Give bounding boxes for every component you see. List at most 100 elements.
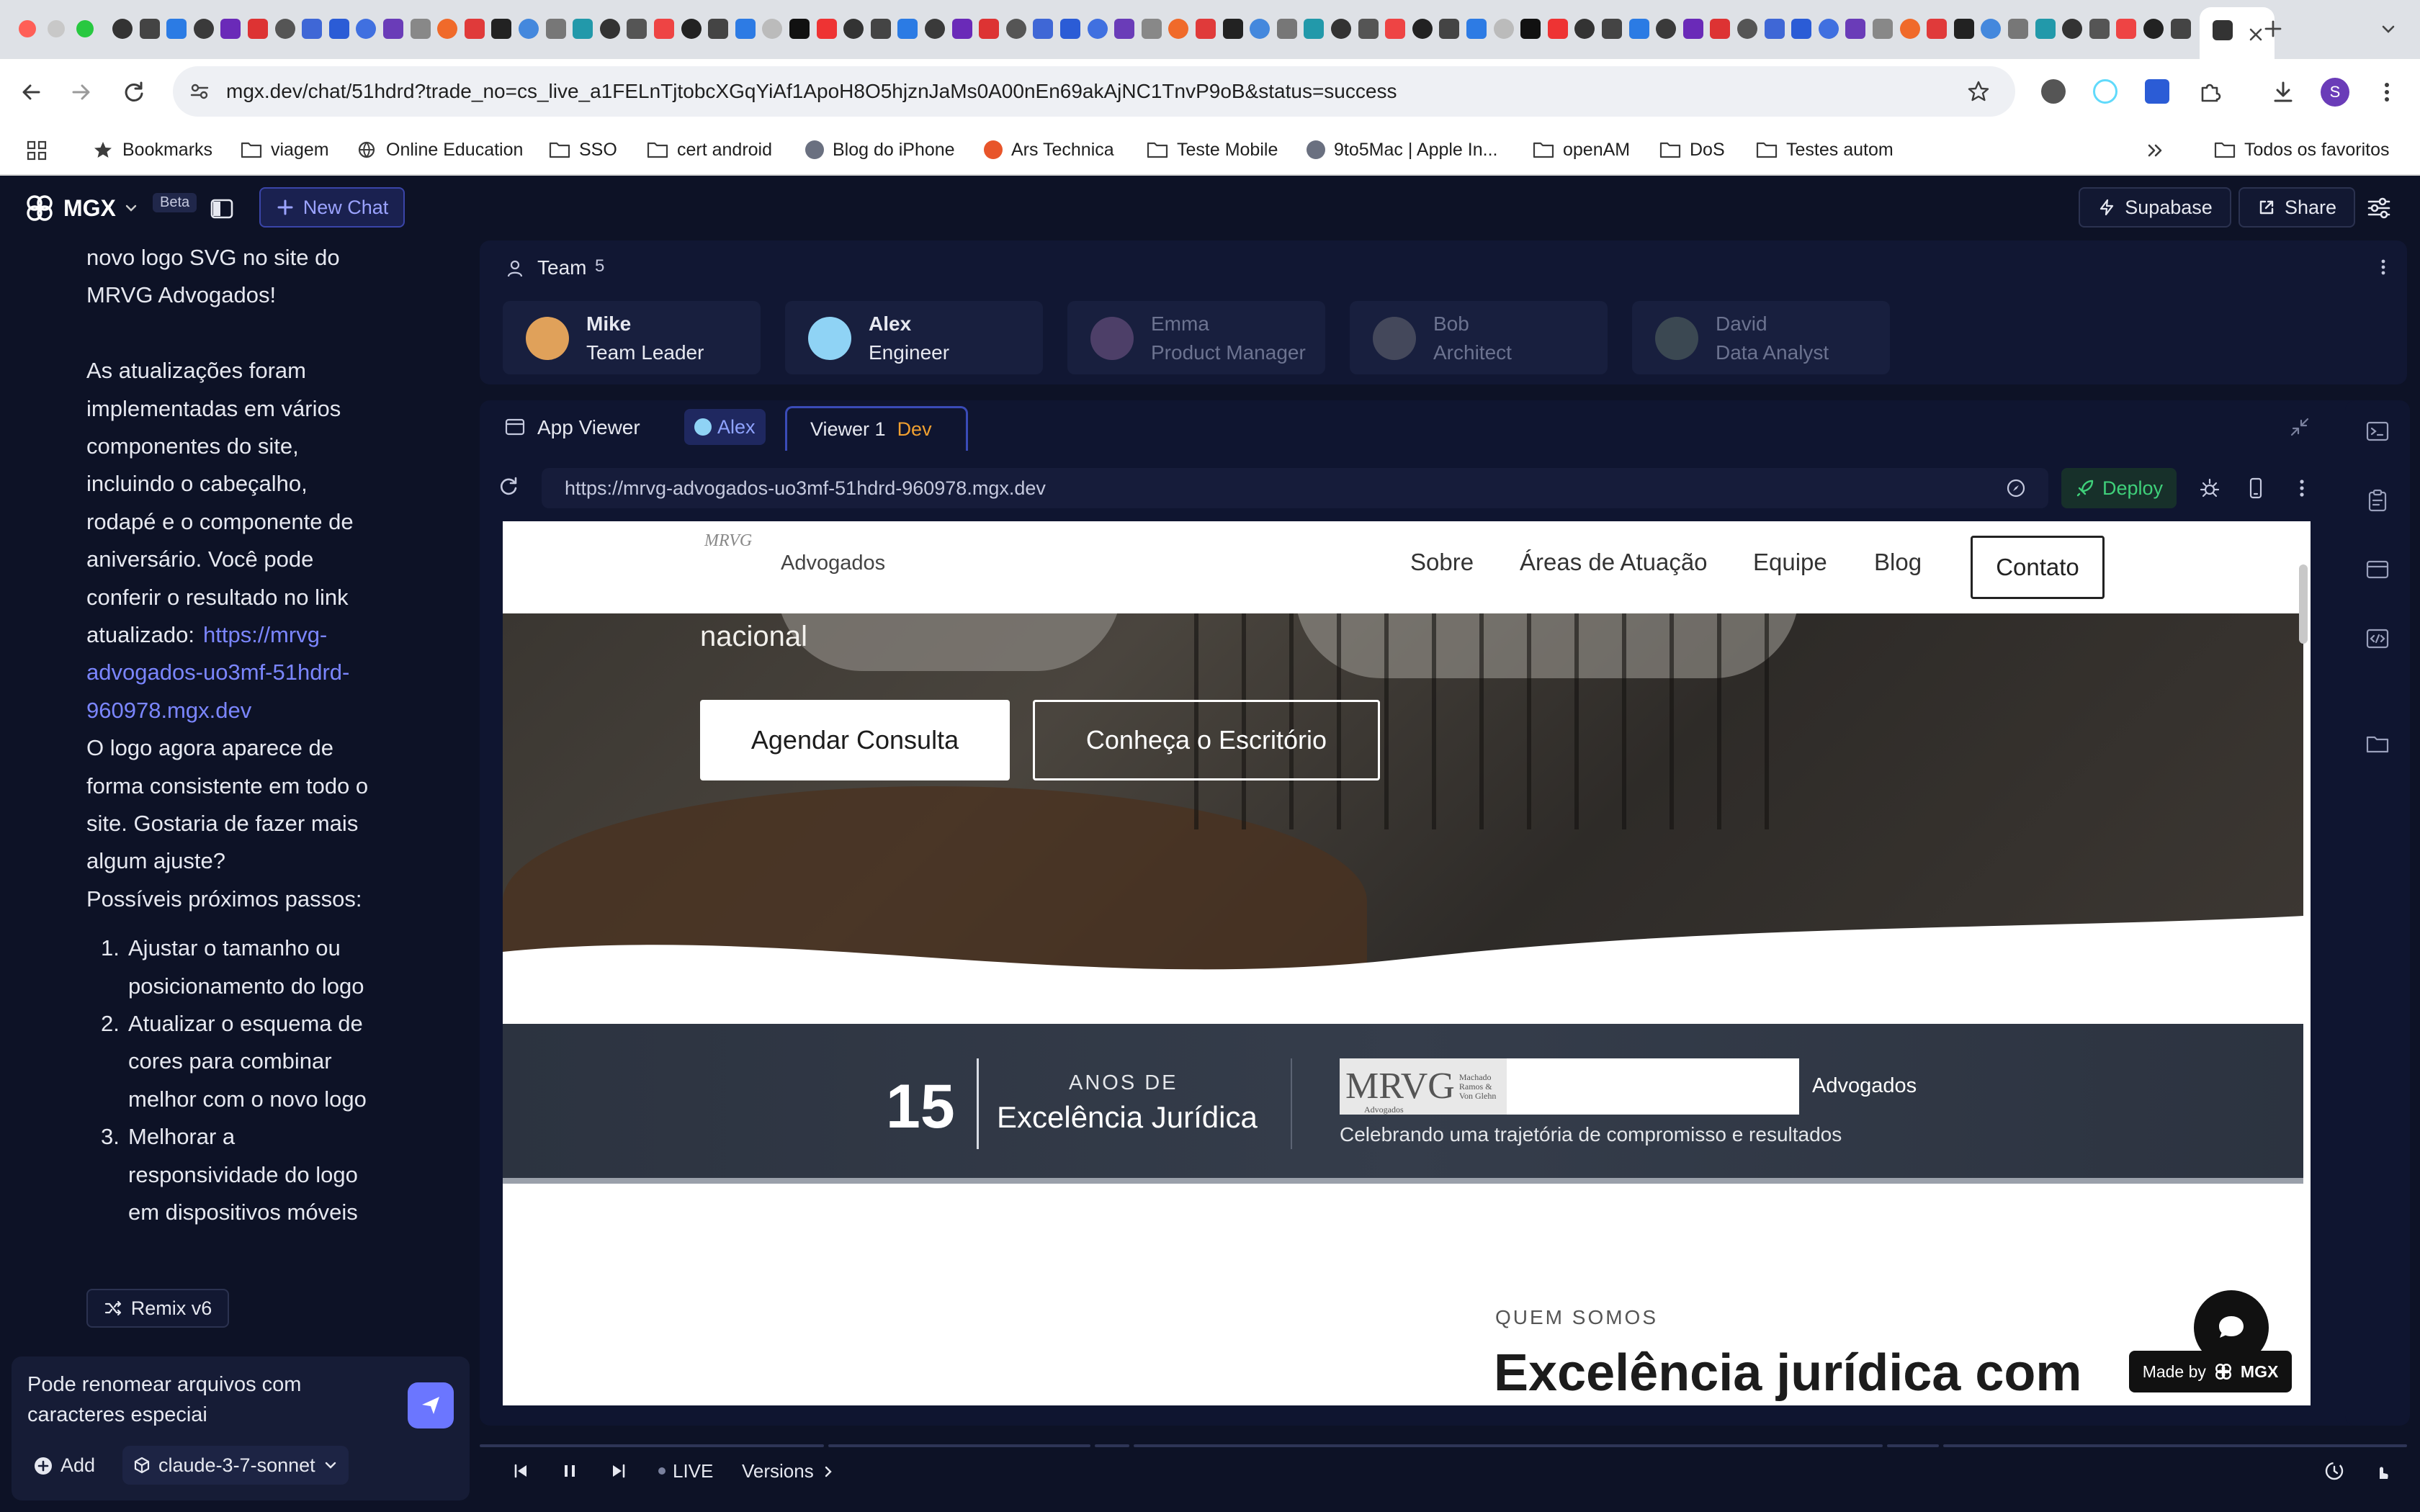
code-icon[interactable] bbox=[2365, 626, 2390, 651]
pinned-tab-favicon-icon[interactable] bbox=[1222, 19, 1243, 39]
clipboard-icon[interactable] bbox=[2365, 488, 2390, 513]
team-member-card[interactable]: Emma Product Manager bbox=[1067, 301, 1325, 374]
pinned-tab-favicon-icon[interactable] bbox=[139, 19, 160, 39]
pinned-tab-favicon-icon[interactable] bbox=[681, 19, 702, 39]
pinned-tab-favicon-icon[interactable] bbox=[2170, 19, 2191, 39]
apps-grid-icon[interactable] bbox=[26, 140, 48, 161]
pinned-tab-favicon-icon[interactable] bbox=[328, 19, 349, 39]
pinned-tab-favicon-icon[interactable] bbox=[1764, 19, 1785, 39]
pinned-tab-favicon-icon[interactable] bbox=[519, 19, 539, 39]
pinned-tab-favicon-icon[interactable] bbox=[573, 19, 593, 39]
live-label[interactable]: LIVE bbox=[673, 1460, 713, 1482]
compass-icon[interactable] bbox=[2005, 477, 2027, 499]
pinned-tab-favicon-icon[interactable] bbox=[627, 19, 647, 39]
bookmark-item[interactable]: Blog do iPhone bbox=[805, 125, 955, 174]
pinned-tab-favicon-icon[interactable] bbox=[1656, 19, 1677, 39]
history-icon[interactable] bbox=[2323, 1460, 2345, 1482]
pinned-tab-favicon-icon[interactable] bbox=[1899, 19, 1920, 39]
timeline-segment[interactable] bbox=[1887, 1444, 1939, 1447]
nav-sobre[interactable]: Sobre bbox=[1410, 549, 1474, 576]
pinned-tab-favicon-icon[interactable] bbox=[1331, 19, 1351, 39]
team-member-card[interactable]: Mike Team Leader bbox=[503, 301, 761, 374]
site-scrollbar[interactable] bbox=[2299, 564, 2308, 644]
pinned-tab-favicon-icon[interactable] bbox=[410, 19, 431, 39]
timeline-segment[interactable] bbox=[1943, 1444, 2407, 1447]
pinned-tab-favicon-icon[interactable] bbox=[1005, 19, 1026, 39]
bookmark-item[interactable]: openAM bbox=[1533, 125, 1630, 174]
pinned-tab-favicon-icon[interactable] bbox=[1385, 19, 1406, 39]
nav-areas[interactable]: Áreas de Atuação bbox=[1520, 549, 1708, 576]
pinned-tab-favicon-icon[interactable] bbox=[112, 19, 133, 39]
pinned-tab-favicon-icon[interactable] bbox=[1276, 19, 1297, 39]
react-devtools-icon[interactable] bbox=[2093, 79, 2118, 104]
pinned-tab-favicon-icon[interactable] bbox=[1358, 19, 1379, 39]
pinned-tab-favicon-icon[interactable] bbox=[1737, 19, 1757, 39]
bookmark-item[interactable]: Teste Mobile bbox=[1147, 125, 1278, 174]
pinned-tab-favicon-icon[interactable] bbox=[464, 19, 485, 39]
pinned-tab-favicon-icon[interactable] bbox=[1087, 19, 1108, 39]
chat-input[interactable]: Pode renomear arquivos com caracteres es… bbox=[27, 1369, 402, 1430]
pinned-tab-favicon-icon[interactable] bbox=[897, 19, 918, 39]
bookmark-item[interactable]: Bookmarks bbox=[92, 125, 212, 174]
terminal-icon[interactable] bbox=[2365, 419, 2390, 444]
pinned-tab-favicon-icon[interactable] bbox=[708, 19, 729, 39]
pinned-tab-favicon-icon[interactable] bbox=[1628, 19, 1649, 39]
pinned-tab-favicon-icon[interactable] bbox=[491, 19, 512, 39]
skip-back-icon[interactable] bbox=[511, 1462, 530, 1480]
bookmark-item[interactable]: DoS bbox=[1659, 125, 1725, 174]
model-selector[interactable]: claude-3-7-sonnet bbox=[122, 1446, 349, 1485]
pinned-tab-favicon-icon[interactable] bbox=[735, 19, 756, 39]
mgx-logo[interactable]: MGX bbox=[23, 192, 139, 225]
extensions-puzzle-icon[interactable] bbox=[2197, 79, 2223, 105]
viewer-address-bar[interactable]: https://mrvg-advogados-uo3mf-51hdrd-9609… bbox=[542, 468, 2048, 508]
bookmark-item[interactable]: Ars Technica bbox=[984, 125, 1114, 174]
timeline-segment[interactable] bbox=[1095, 1444, 1129, 1447]
pinned-tab-favicon-icon[interactable] bbox=[1873, 19, 1893, 39]
pinned-tab-favicon-icon[interactable] bbox=[1818, 19, 1839, 39]
timeline-segment[interactable] bbox=[828, 1444, 1090, 1447]
pinned-tab-favicon-icon[interactable] bbox=[383, 19, 403, 39]
pinned-tab-favicon-icon[interactable] bbox=[1196, 19, 1216, 39]
pinned-tab-favicon-icon[interactable] bbox=[1304, 19, 1325, 39]
skip-forward-icon[interactable] bbox=[609, 1462, 628, 1480]
pinned-tab-favicon-icon[interactable] bbox=[1520, 19, 1541, 39]
pinned-tab-favicon-icon[interactable] bbox=[1033, 19, 1054, 39]
pinned-tab-favicon-icon[interactable] bbox=[2062, 19, 2083, 39]
team-member-card[interactable]: Bob Architect bbox=[1350, 301, 1608, 374]
pinned-tab-favicon-icon[interactable] bbox=[1466, 19, 1487, 39]
pinned-tab-favicon-icon[interactable] bbox=[1710, 19, 1731, 39]
know-office-button[interactable]: Conheça o Escritório bbox=[1033, 700, 1380, 780]
team-member-card[interactable]: David Data Analyst bbox=[1632, 301, 1890, 374]
pinned-tab-favicon-icon[interactable] bbox=[248, 19, 268, 39]
pinned-tab-favicon-icon[interactable] bbox=[166, 19, 187, 39]
touch-icon[interactable] bbox=[2371, 1460, 2393, 1482]
chat-link[interactable]: https://mrvg- bbox=[203, 622, 327, 648]
close-window-button[interactable] bbox=[19, 20, 36, 37]
browser-menu-icon[interactable] bbox=[2374, 79, 2400, 105]
all-bookmarks-folder[interactable]: Todos os favoritos bbox=[2214, 125, 2390, 174]
share-button[interactable]: Share bbox=[2238, 187, 2355, 228]
pinned-tab-favicon-icon[interactable] bbox=[437, 19, 458, 39]
chevron-down-icon[interactable] bbox=[123, 200, 139, 216]
site-logo[interactable]: MRVG bbox=[704, 531, 752, 551]
site-info-icon[interactable] bbox=[189, 81, 210, 102]
chat-link[interactable]: advogados-uo3mf-51hdrd- bbox=[86, 660, 349, 685]
bookmark-item[interactable]: cert android bbox=[647, 125, 772, 174]
pinned-tab-favicon-icon[interactable] bbox=[843, 19, 864, 39]
schedule-consultation-button[interactable]: Agendar Consulta bbox=[700, 700, 1010, 780]
pinned-tab-favicon-icon[interactable] bbox=[762, 19, 783, 39]
add-attachment-button[interactable]: Add bbox=[33, 1454, 95, 1477]
pinned-tab-favicon-icon[interactable] bbox=[1547, 19, 1568, 39]
pinned-tab-favicon-icon[interactable] bbox=[654, 19, 674, 39]
pinned-tab-favicon-icon[interactable] bbox=[2089, 19, 2110, 39]
pinned-tab-favicon-icon[interactable] bbox=[1981, 19, 2002, 39]
pinned-tab-favicon-icon[interactable] bbox=[1412, 19, 1433, 39]
remix-button[interactable]: Remix v6 bbox=[86, 1289, 229, 1328]
pinned-tab-favicon-icon[interactable] bbox=[599, 19, 620, 39]
pinned-tab-favicon-icon[interactable] bbox=[1250, 19, 1270, 39]
timeline-segment[interactable] bbox=[480, 1444, 824, 1447]
reload-icon[interactable] bbox=[121, 79, 147, 105]
pinned-tab-favicon-icon[interactable] bbox=[1791, 19, 1812, 39]
timeline-segment[interactable] bbox=[1134, 1444, 1883, 1447]
pinned-tab-favicon-icon[interactable] bbox=[545, 19, 566, 39]
